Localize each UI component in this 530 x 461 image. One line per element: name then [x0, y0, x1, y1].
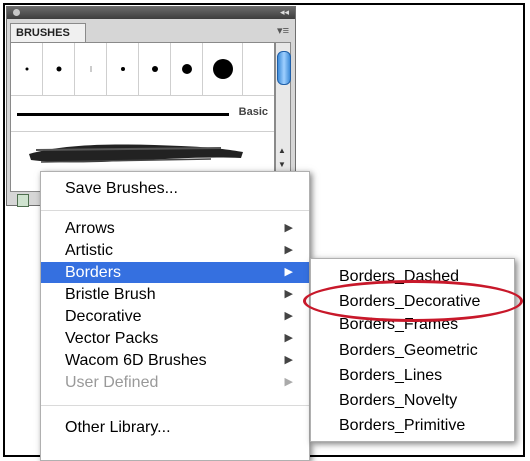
submenu-item-borders-dashed[interactable]: Borders_Dashed — [311, 265, 514, 288]
borders-submenu: Borders_Dashed Borders_Decorative Border… — [310, 258, 515, 442]
menu-item-decorative[interactable]: Decorative ▶ — [41, 306, 309, 327]
menu-item-wacom-6d-brushes[interactable]: Wacom 6D Brushes ▶ — [41, 350, 309, 371]
brush-tip-5[interactable] — [139, 43, 171, 95]
brush-tip-1[interactable] — [11, 43, 43, 95]
save-brushes-label: Save Brushes... — [65, 180, 178, 197]
submenu-arrow-icon: ▶ — [284, 288, 293, 300]
basic-stroke-preview — [17, 113, 229, 116]
brush-tip-3[interactable] — [75, 43, 107, 95]
menu-item-vector-packs[interactable]: Vector Packs ▶ — [41, 328, 309, 349]
brush-tip-2[interactable] — [43, 43, 75, 95]
menu-item-other-library[interactable]: Other Library... — [41, 417, 309, 438]
submenu-item-borders-geometric[interactable]: Borders_Geometric — [311, 339, 514, 362]
menu-separator — [41, 210, 309, 211]
panel-close-icon[interactable] — [13, 9, 20, 16]
basic-label: Basic — [238, 106, 268, 118]
menu-item-label: Vector Packs — [65, 330, 159, 347]
submenu-item-label: Borders_Lines — [339, 367, 443, 384]
brush-tip-6[interactable] — [171, 43, 203, 95]
panel-titlebar[interactable]: ◂◂ — [7, 7, 295, 19]
brush-tip-4[interactable] — [107, 43, 139, 95]
menu-item-label: Artistic — [65, 242, 113, 259]
menu-separator — [41, 405, 309, 406]
scroll-thumb[interactable] — [277, 51, 291, 85]
menu-item-borders[interactable]: Borders ▶ — [41, 262, 309, 283]
submenu-item-label: Borders_Geometric — [339, 342, 478, 359]
charcoal-stroke-preview — [29, 144, 243, 163]
submenu-arrow-icon: ▶ — [284, 376, 293, 388]
brush-library-menu: Save Brushes... Arrows ▶ Artistic ▶ Bord… — [40, 171, 310, 461]
menu-item-label: Bristle Brush — [65, 286, 156, 303]
menu-item-label: Decorative — [65, 308, 142, 325]
submenu-item-borders-decorative[interactable]: Borders_Decorative — [311, 290, 514, 313]
brush-tip-7[interactable] — [203, 43, 243, 95]
tab-brushes-label: BRUSHES — [16, 27, 70, 39]
brush-list: Basic — [10, 42, 275, 192]
submenu-item-borders-novelty[interactable]: Borders_Novelty — [311, 389, 514, 412]
menu-item-label: Arrows — [65, 220, 115, 237]
submenu-item-borders-primitive[interactable]: Borders_Primitive — [311, 414, 514, 437]
scroll-up-icon[interactable]: ▲ — [278, 147, 286, 155]
menu-item-arrows[interactable]: Arrows ▶ — [41, 218, 309, 239]
submenu-item-label: Borders_Primitive — [339, 417, 466, 434]
submenu-item-borders-lines[interactable]: Borders_Lines — [311, 364, 514, 387]
brush-basic[interactable]: Basic — [11, 95, 274, 132]
menu-item-label: User Defined — [65, 374, 159, 391]
submenu-arrow-icon: ▶ — [284, 244, 293, 256]
brush-tip-row — [11, 43, 274, 95]
other-library-label: Other Library... — [65, 419, 171, 436]
menu-item-label: Wacom 6D Brushes — [65, 352, 207, 369]
menu-item-user-defined: User Defined ▶ — [41, 372, 309, 393]
collapse-icon[interactable]: ◂◂ — [280, 7, 289, 18]
scroll-down-icon[interactable]: ▼ — [278, 161, 286, 169]
brush-charcoal[interactable] — [11, 131, 274, 174]
submenu-item-label: Borders_Decorative — [339, 293, 481, 310]
menu-item-save-brushes[interactable]: Save Brushes... — [41, 178, 309, 199]
submenu-arrow-icon: ▶ — [284, 354, 293, 366]
menu-item-bristle-brush[interactable]: Bristle Brush ▶ — [41, 284, 309, 305]
submenu-arrow-icon: ▶ — [284, 266, 293, 278]
submenu-item-label: Borders_Dashed — [339, 268, 460, 285]
menu-item-artistic[interactable]: Artistic ▶ — [41, 240, 309, 261]
submenu-item-label: Borders_Frames — [339, 316, 459, 333]
submenu-arrow-icon: ▶ — [284, 222, 293, 234]
brush-library-icon[interactable] — [17, 194, 29, 207]
submenu-item-label: Borders_Novelty — [339, 392, 458, 409]
panel-menu-icon[interactable]: ▾≡ — [277, 25, 289, 37]
submenu-item-borders-frames[interactable]: Borders_Frames — [311, 313, 514, 336]
tab-brushes[interactable]: BRUSHES — [10, 23, 86, 42]
menu-item-label: Borders — [65, 264, 122, 281]
submenu-arrow-icon: ▶ — [284, 310, 293, 322]
brush-scrollbar[interactable]: ▲ ▼ — [275, 42, 291, 192]
submenu-arrow-icon: ▶ — [284, 332, 293, 344]
